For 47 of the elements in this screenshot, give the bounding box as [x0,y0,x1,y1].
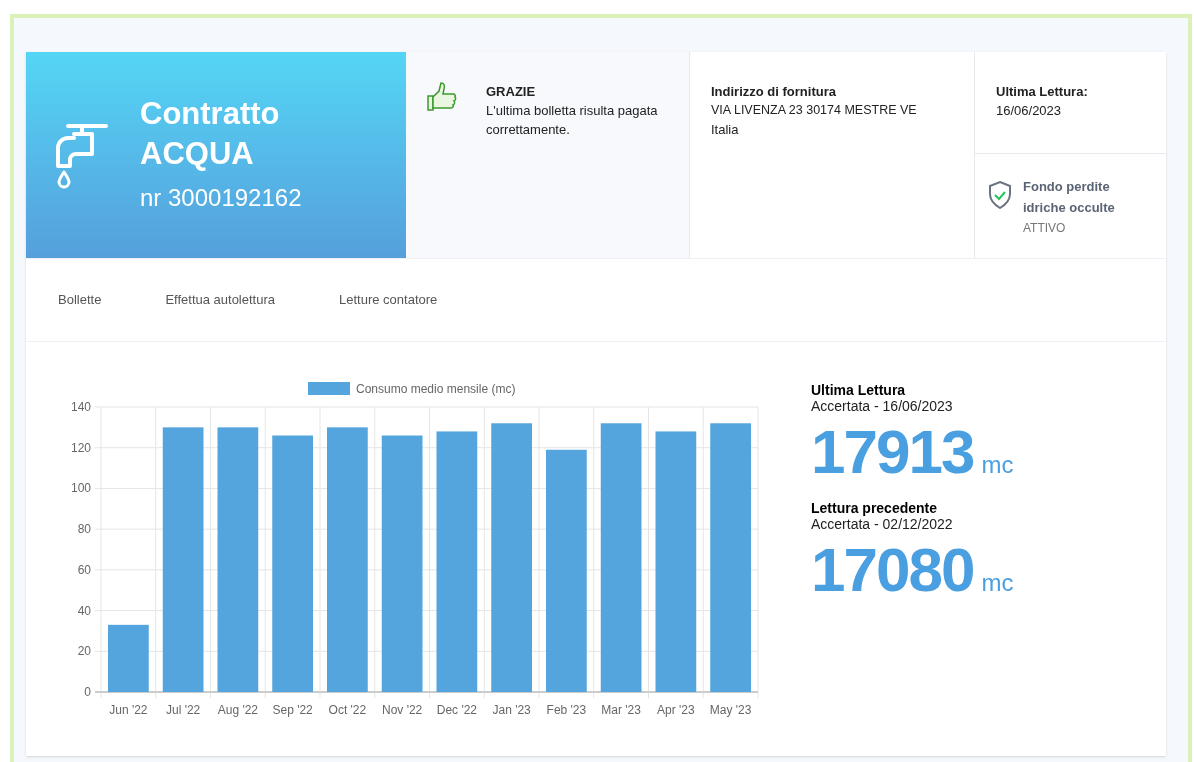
shield-check-icon [987,180,1013,210]
chart-legend: Consumo medio mensile (mc) [308,382,516,396]
x-tick-label: Aug '22 [217,703,259,717]
address-title: Indirizzo di fornitura [711,83,837,101]
reading-value: 17913 [811,416,974,488]
x-tick-label: Apr '23 [657,703,695,717]
leak-fund-title: Fondo perdite idriche occulte [1023,178,1116,217]
y-tick-label: 80 [77,522,91,537]
x-tick-label: Jan '23 [492,703,531,717]
reading-value: 17080 [811,534,974,606]
leak-fund-status: ATTIVO [1023,220,1067,237]
x-tick-label: Sep '22 [272,703,313,717]
y-tick-label: 40 [77,603,91,618]
x-tick-label: Dec '22 [436,703,478,717]
y-tick-label: 120 [70,440,91,455]
x-tick-label: Jul '22 [165,703,201,717]
y-tick-label: 20 [77,644,91,659]
address-country: Italia [711,121,740,139]
reading-subtitle: Accertata - 02/12/2022 [811,516,954,532]
contract-number: nr 3000192162 [140,183,302,213]
reading-title: Lettura precedente [811,500,939,516]
legend-label: Consumo medio mensile (mc) [356,382,516,396]
last-reading-title: Ultima Lettura: [996,83,1089,101]
x-tick-label: Feb '23 [546,703,587,717]
x-tick-label: May '23 [709,703,752,717]
address-line: VIA LIVENZA 23 30174 MESTRE VE [711,102,918,119]
reading-subtitle: Accertata - 16/06/2023 [811,398,954,414]
payment-message: L'ultima bolletta risulta pagata correttamente. [486,102,659,139]
x-tick-label: Nov '22 [381,703,423,717]
bar [108,624,149,692]
reading-title: Ultima Lettura [811,382,907,398]
payment-title: GRAZIE [486,83,537,101]
tab[interactable]: Effettua autolettura [153,284,287,316]
tab[interactable]: Letture contatore [327,284,450,316]
y-tick-label: 100 [70,481,91,496]
x-tick-label: Mar '23 [601,703,641,717]
reading-unit: mc [981,568,1014,598]
tab[interactable]: Bollette [46,284,114,316]
x-tick-label: Jun '22 [109,703,148,717]
x-tick-label: Oct '22 [328,703,367,717]
contract-title: Contratto ACQUA [140,95,281,173]
y-tick-label: 0 [84,685,91,699]
reading-unit: mc [981,450,1014,480]
last-reading-date: 16/06/2023 [996,102,1063,120]
thumbs-up-icon [426,82,458,114]
y-tick-label: 60 [77,562,91,577]
y-tick-label: 140 [70,400,91,414]
